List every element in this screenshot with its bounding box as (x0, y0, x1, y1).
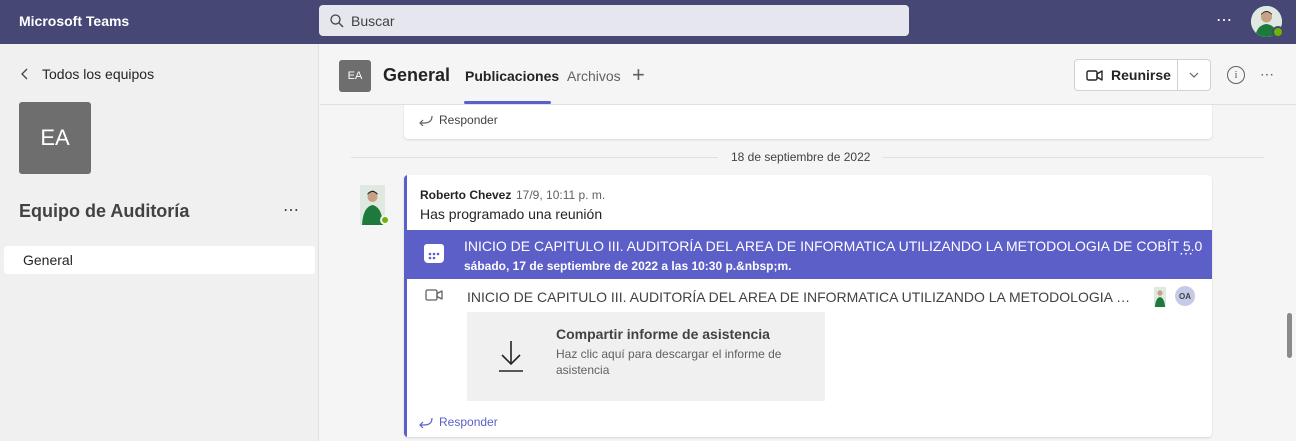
reply-label: Responder (439, 415, 498, 429)
active-tab-indicator (464, 101, 551, 104)
reply-icon (419, 115, 433, 126)
participant-avatar (1154, 287, 1166, 307)
event-title: INICIO DE CAPITULO III. AUDITORÍA DEL AR… (464, 238, 1203, 254)
date-divider: 18 de septiembre de 2022 (718, 150, 884, 164)
tab-publicaciones[interactable]: Publicaciones (465, 68, 559, 84)
user-avatar[interactable] (1251, 6, 1284, 38)
presence-available-icon (380, 215, 390, 225)
search-box[interactable] (319, 5, 909, 36)
participant-badge: OA (1175, 286, 1195, 306)
attendance-report-card[interactable]: Compartir informe de asistencia Haz clic… (467, 312, 825, 401)
message-timestamp: 17/9, 10:11 p. m. (516, 188, 606, 202)
channel-title: General (383, 65, 451, 85)
video-camera-icon (425, 289, 443, 301)
meet-label: Reunirse (1111, 67, 1171, 83)
message-author[interactable]: Roberto Chevez (420, 188, 511, 202)
team-avatar: EA (19, 102, 91, 174)
download-icon (499, 341, 523, 372)
more-options-icon[interactable]: ⋯ (1216, 10, 1233, 30)
message-feed: Responder 18 de septiembre de 2022 Rober… (320, 105, 1296, 441)
previous-post-card: Responder (404, 105, 1212, 139)
search-input[interactable] (351, 12, 891, 29)
calendar-icon (424, 244, 444, 263)
channel-more-icon[interactable]: ⋯ (1260, 66, 1275, 83)
video-camera-icon (1086, 69, 1103, 81)
previous-reply-label: Responder (439, 113, 498, 127)
team-more-icon[interactable]: ⋯ (283, 200, 300, 220)
author-avatar[interactable] (360, 185, 390, 225)
feed-scrollbar[interactable] (1287, 313, 1292, 358)
attendance-description: Haz clic aquí para descargar el informe … (556, 347, 782, 377)
chevron-left-icon (21, 68, 28, 80)
event-more-icon[interactable]: ⋯ (1179, 245, 1194, 262)
attendance-title: Compartir informe de asistencia (556, 326, 770, 342)
tab-archivos[interactable]: Archivos (567, 68, 621, 84)
message-body: Has programado una reunión (420, 206, 603, 222)
reply-icon (419, 417, 433, 428)
channel-avatar: EA (339, 60, 371, 92)
meet-dropdown[interactable] (1178, 72, 1210, 78)
add-tab-icon[interactable]: + (632, 62, 645, 88)
meet-button[interactable]: Reunirse (1074, 59, 1211, 91)
top-bar: Microsoft Teams ⋯ (0, 0, 1296, 44)
team-name: Equipo de Auditoría (19, 201, 190, 221)
team-sidebar: Todos los equipos EA Equipo de Auditoría… (0, 44, 319, 441)
all-teams-link[interactable]: Todos los equipos (20, 66, 154, 82)
chevron-down-icon (1189, 72, 1199, 78)
all-teams-label: Todos los equipos (42, 66, 155, 82)
meeting-event-banner[interactable]: INICIO DE CAPITULO III. AUDITORÍA DEL AR… (407, 230, 1212, 279)
app-title: Microsoft Teams (19, 13, 130, 29)
meeting-title[interactable]: INICIO DE CAPITULO III. AUDITORÍA DEL AR… (467, 289, 1139, 305)
meet-now-button[interactable]: Reunirse (1075, 60, 1179, 90)
reply-link[interactable]: Responder (418, 415, 498, 429)
card-accent-bar (404, 175, 407, 437)
presence-available-icon (1272, 26, 1284, 38)
info-icon[interactable]: i (1227, 66, 1245, 84)
event-date: sábado, 17 de septiembre de 2022 a las 1… (464, 259, 792, 273)
channel-header: EA General Publicaciones Archivos + Reun… (320, 44, 1296, 105)
previous-reply-link[interactable]: Responder (418, 113, 498, 127)
search-icon (330, 13, 344, 27)
channel-item-general[interactable]: General (4, 246, 315, 274)
meeting-post-card: Roberto Chevez 17/9, 10:11 p. m. Has pro… (404, 175, 1212, 437)
